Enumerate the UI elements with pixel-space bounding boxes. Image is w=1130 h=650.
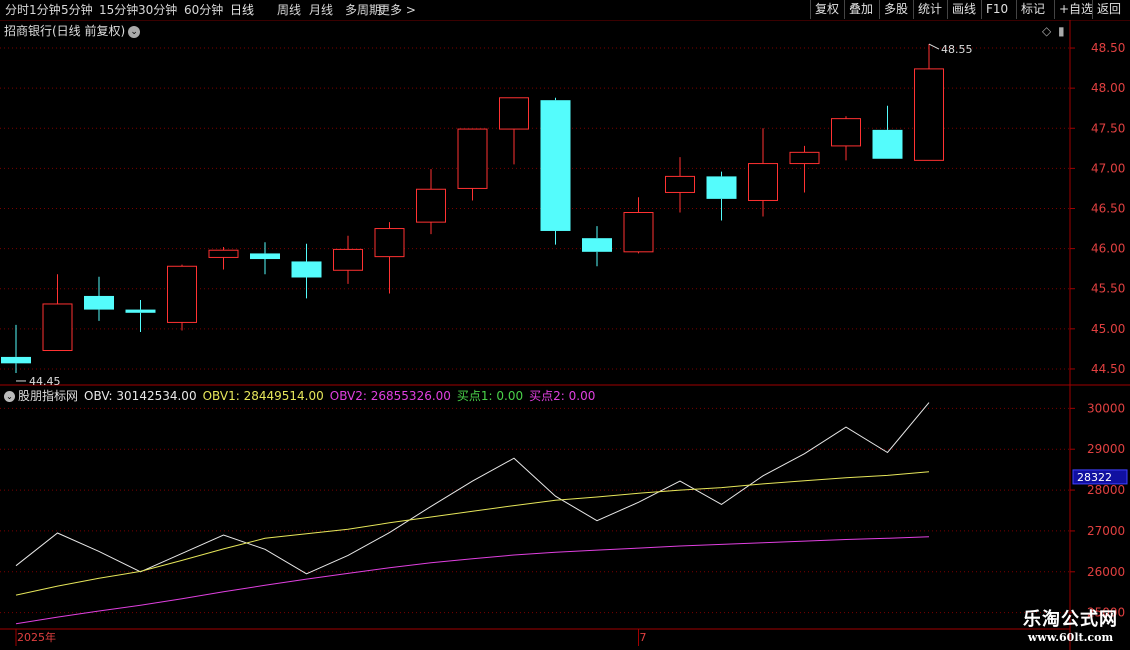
- price-tick-label: 48.50: [1091, 41, 1125, 55]
- price-tick-label: 45.00: [1091, 322, 1125, 336]
- candle-body: [499, 97, 529, 130]
- candle-body: [831, 118, 861, 147]
- indicator-tick-label: 28000: [1087, 483, 1125, 497]
- candle-body: [42, 303, 73, 352]
- candle-body: [457, 128, 488, 189]
- price-tick-label: 47.50: [1091, 121, 1125, 135]
- high-marker: [928, 43, 940, 50]
- candle-body: [125, 309, 156, 313]
- candle-body: [167, 265, 197, 323]
- candle-body: [333, 248, 363, 271]
- candle-body: [665, 175, 695, 193]
- series-obv2-line: [15, 536, 930, 625]
- candle-body: [623, 212, 654, 253]
- price-tick-label: 46.00: [1091, 242, 1125, 256]
- time-label: 2025年: [17, 630, 56, 644]
- time-label: 7: [640, 631, 647, 644]
- candle-body: [374, 228, 405, 258]
- candle-body: [540, 100, 571, 231]
- chart-area[interactable]: 44.50 45.00 45.50 46.00 46.50 47.00 47.50 48.00…: [0, 0, 1130, 650]
- candle-body: [582, 238, 612, 252]
- series-obv-line: [15, 402, 930, 575]
- candle-body: [914, 68, 944, 161]
- indicator-tick-label: 27000: [1087, 524, 1125, 538]
- watermark-url: www.60lt.com: [1027, 631, 1114, 644]
- low-label: 44.45: [29, 375, 61, 388]
- price-tick-label: 44.50: [1091, 362, 1125, 376]
- candle-body: [872, 129, 903, 159]
- candle-body: [416, 188, 446, 223]
- candle-body: [706, 176, 737, 199]
- price-tick-label: 47.00: [1091, 161, 1125, 175]
- candle-body: [250, 253, 280, 260]
- candle-body: [748, 163, 778, 201]
- watermark-logo: 乐淘公式网 www.60lt.com: [1023, 605, 1118, 644]
- candle-body: [291, 261, 322, 278]
- candle-body: [1, 356, 31, 364]
- panel-icon: ▮: [1058, 24, 1065, 38]
- current-value-label: 28322: [1077, 471, 1112, 484]
- candle-body: [208, 249, 239, 258]
- candle-body: [789, 151, 820, 165]
- diamond-icon: ◇: [1042, 24, 1052, 38]
- indicator-tick-label: 29000: [1087, 442, 1125, 456]
- candle-body: [84, 295, 114, 310]
- indicator-tick-label: 30000: [1087, 401, 1125, 415]
- watermark-title: 乐淘公式网: [1023, 609, 1118, 630]
- price-tick-label: 46.50: [1091, 201, 1125, 215]
- indicator-tick-label: 26000: [1087, 565, 1125, 579]
- high-label: 48.55: [941, 43, 973, 56]
- price-tick-label: 48.00: [1091, 81, 1125, 95]
- price-tick-label: 45.50: [1091, 282, 1125, 296]
